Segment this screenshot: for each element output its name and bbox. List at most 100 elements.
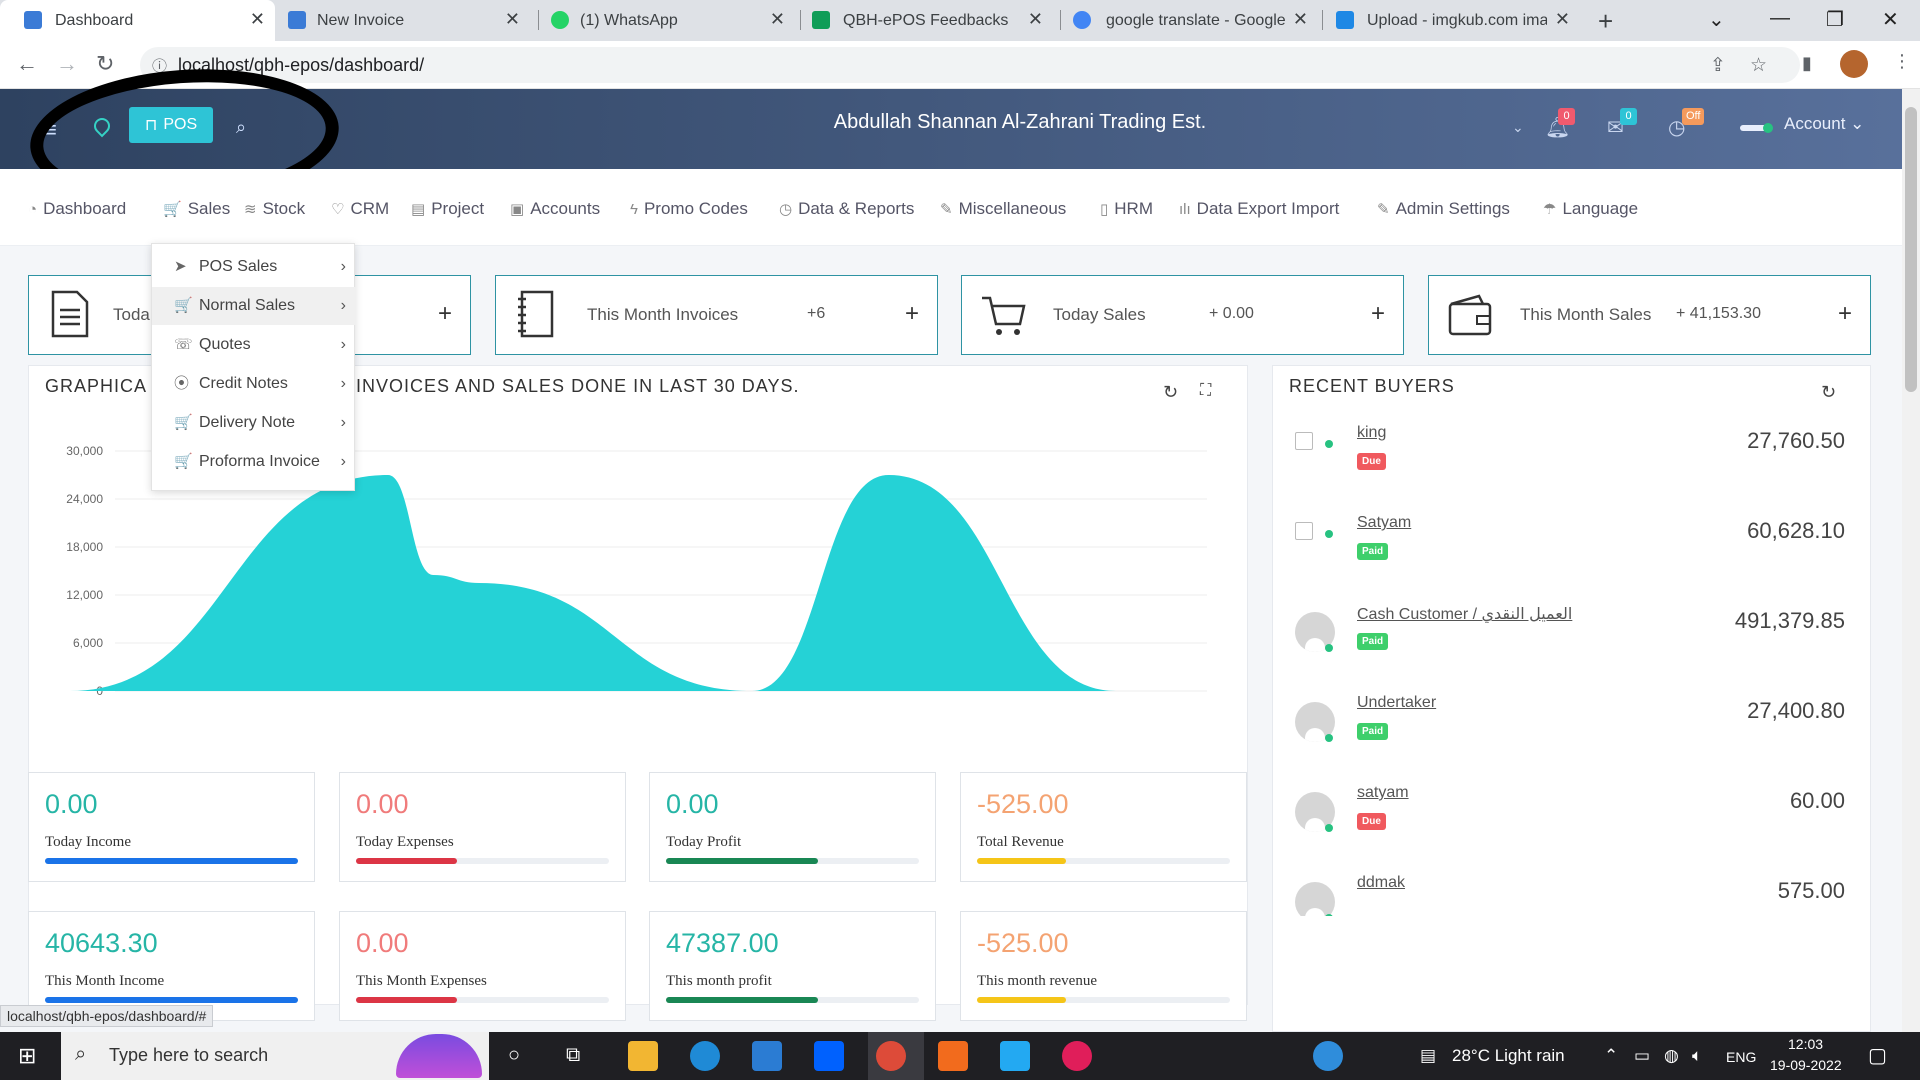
buyer-name-link[interactable]: king — [1357, 424, 1386, 442]
windows-start-icon[interactable]: ⊞ — [18, 1043, 36, 1069]
tab-search-icon[interactable]: ⌄ — [1708, 7, 1725, 32]
nav-admin-settings[interactable]: ✎ Admin Settings — [1377, 199, 1510, 219]
forward-icon[interactable]: → — [56, 51, 78, 77]
card-title: This Month Sales — [1520, 305, 1652, 324]
reload-icon[interactable]: ↻ — [96, 51, 114, 77]
buyer-row: ddmak 575.00 — [1285, 874, 1865, 916]
menu-item-proforma-invoice[interactable]: 🛒 Proforma Invoice › — [152, 443, 356, 481]
progress-fill — [666, 858, 818, 864]
add-button[interactable]: + — [905, 300, 919, 328]
menu-item-normal-sales[interactable]: 🛒 Normal Sales › — [152, 287, 356, 325]
url-field[interactable]: ⓘ localhost/qbh-epos/dashboard/ ⇪ ☆ — [140, 47, 1800, 83]
page-scrollbar[interactable] — [1902, 89, 1920, 1032]
close-tab-icon[interactable]: ✕ — [250, 9, 265, 30]
mail-count-badge: 0 — [1620, 108, 1637, 125]
battery-icon[interactable]: ▭ — [1634, 1046, 1650, 1066]
add-button[interactable]: + — [1838, 300, 1852, 328]
fullscreen-icon[interactable]: ⛶ — [1200, 382, 1211, 400]
scrollbar-thumb[interactable] — [1905, 107, 1917, 392]
nav-dashboard[interactable]: ◔ Dashboard — [28, 199, 126, 219]
tab-google-translate[interactable]: google translate - Google S ✕ — [1068, 0, 1318, 41]
nav-accounts[interactable]: ▣ Accounts — [510, 199, 600, 219]
nav-miscellaneous[interactable]: ✎ Miscellaneous — [940, 199, 1066, 219]
nav-data-export-import[interactable]: ılı Data Export Import — [1179, 199, 1339, 219]
profile-avatar[interactable] — [1840, 50, 1868, 78]
menu-item-credit-notes[interactable]: ⦿ Credit Notes › — [152, 365, 356, 403]
chrome-icon[interactable] — [876, 1041, 906, 1071]
taskbar-search-box[interactable]: ⌕ Type here to search — [61, 1032, 489, 1080]
slack-icon[interactable] — [1062, 1041, 1092, 1071]
buyer-row: Satyam 60,628.10 Paid — [1285, 514, 1865, 594]
close-tab-icon[interactable]: ✕ — [505, 9, 520, 30]
refresh-icon[interactable]: ↻ — [1821, 382, 1836, 403]
nav-data-reports[interactable]: ◷ Data & Reports — [779, 199, 914, 219]
language-indicator[interactable]: ENG — [1726, 1049, 1756, 1065]
dropbox-icon[interactable] — [814, 1041, 844, 1071]
nav-hrm[interactable]: ▯ HRM — [1100, 199, 1153, 219]
nav-label: Miscellaneous — [958, 199, 1067, 218]
close-window-icon[interactable]: ✕ — [1882, 7, 1899, 32]
wallet-icon — [1448, 294, 1492, 336]
nav-language[interactable]: ☂ Language — [1543, 199, 1638, 219]
browser-menu-icon[interactable]: ⋮ — [1893, 51, 1911, 72]
maximize-icon[interactable]: ❐ — [1826, 7, 1844, 32]
nav-project[interactable]: ▤ Project — [411, 199, 484, 219]
chevron-down-icon[interactable]: ⌄ — [1512, 119, 1524, 136]
status-toggle[interactable] — [1740, 123, 1773, 133]
weather-text[interactable]: 28°C Light rain — [1452, 1046, 1565, 1066]
nav-label: HRM — [1114, 199, 1153, 218]
add-button[interactable]: + — [438, 300, 452, 328]
task-view-icon[interactable]: ⧉ — [566, 1044, 580, 1067]
notifications-icon[interactable]: ▢ — [1868, 1043, 1887, 1068]
buyer-name-link[interactable]: Satyam — [1357, 514, 1411, 532]
progress-fill — [45, 858, 298, 864]
account-menu[interactable]: Account ⌄ — [1784, 114, 1864, 134]
menu-item-delivery-note[interactable]: 🛒 Delivery Note › — [152, 404, 356, 442]
tray-chevron-icon[interactable]: ⌃ — [1604, 1046, 1618, 1066]
add-button[interactable]: + — [1371, 300, 1385, 328]
cortana-icon[interactable]: ○ — [508, 1044, 520, 1067]
clock-date[interactable]: 19-09-2022 — [1770, 1057, 1842, 1073]
tab-new-invoice[interactable]: New Invoice ✕ — [280, 0, 530, 41]
buyer-name-link[interactable]: Cash Customer / العميل النقدي — [1357, 604, 1572, 624]
clock-time[interactable]: 12:03 — [1788, 1036, 1823, 1052]
y-tick-label: 12,000 — [66, 588, 103, 602]
y-tick-label: 18,000 — [66, 540, 103, 554]
help-icon[interactable] — [1313, 1041, 1343, 1071]
volume-icon[interactable]: 🔈︎ — [1692, 1046, 1702, 1066]
close-tab-icon[interactable]: ✕ — [1555, 9, 1570, 30]
bookmark-star-icon[interactable]: ☆ — [1750, 54, 1767, 77]
nav-promo-codes[interactable]: ϟ Promo Codes — [630, 199, 748, 219]
nav-sales[interactable]: 🛒 Sales — [163, 199, 230, 219]
new-tab-icon[interactable]: + — [1598, 6, 1613, 37]
tab-feedbacks[interactable]: QBH-ePOS Feedbacks - Go ✕ — [808, 0, 1053, 41]
close-tab-icon[interactable]: ✕ — [1028, 9, 1043, 30]
mail-app-icon[interactable] — [752, 1041, 782, 1071]
close-tab-icon[interactable]: ✕ — [1293, 9, 1308, 30]
refresh-icon[interactable]: ↻ — [1163, 382, 1178, 403]
vscode-icon[interactable] — [1000, 1041, 1030, 1071]
buyer-name-link[interactable]: satyam — [1357, 784, 1409, 802]
menu-item-pos-sales[interactable]: ➤ POS Sales › — [152, 248, 356, 286]
close-tab-icon[interactable]: ✕ — [770, 9, 785, 30]
cart-icon — [982, 296, 1026, 335]
tab-whatsapp[interactable]: (1) WhatsApp ✕ — [545, 0, 795, 41]
edge-icon[interactable] — [690, 1041, 720, 1071]
xampp-icon[interactable] — [938, 1041, 968, 1071]
nav-crm[interactable]: ♡ CRM — [331, 199, 389, 219]
back-icon[interactable]: ← — [16, 51, 38, 77]
nav-stock[interactable]: ≋ Stock — [244, 199, 305, 219]
tab-imgkub[interactable]: Upload - imgkub.com imag ✕ — [1330, 0, 1580, 41]
minimize-icon[interactable]: — — [1770, 7, 1790, 30]
menu-item-quotes[interactable]: ☏ Quotes › — [152, 326, 356, 364]
buyer-name-link[interactable]: ddmak — [1357, 874, 1405, 892]
tab-dashboard[interactable]: Dashboard ✕ — [0, 0, 275, 41]
chevron-right-icon: › — [340, 414, 346, 431]
progress-fill — [977, 997, 1066, 1003]
side-panel-icon[interactable]: ▮ — [1802, 53, 1812, 74]
network-icon[interactable]: ◍ — [1664, 1046, 1679, 1066]
file-explorer-icon[interactable] — [628, 1041, 658, 1071]
buyer-name-link[interactable]: Undertaker — [1357, 694, 1436, 712]
share-icon[interactable]: ⇪ — [1710, 54, 1726, 77]
nav-label: Language — [1562, 199, 1639, 218]
